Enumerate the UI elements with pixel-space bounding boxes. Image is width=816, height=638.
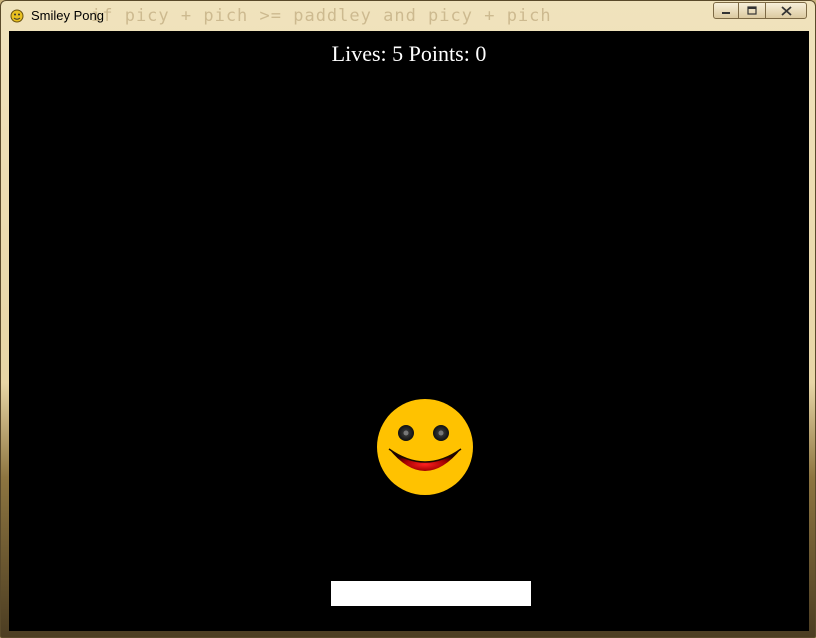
points-value: 0 — [475, 41, 487, 66]
lives-label: Lives: — [331, 41, 387, 66]
title-bar[interactable]: if picy + pich >= paddley and picy + pic… — [1, 1, 815, 31]
window-title: Smiley Pong — [31, 8, 104, 23]
maximize-button[interactable] — [739, 2, 765, 19]
background-code-text: if picy + pich >= paddley and picy + pic… — [91, 6, 552, 26]
points-label: Points: — [408, 41, 470, 66]
maximize-icon — [747, 6, 757, 15]
window-controls — [713, 2, 807, 20]
minimize-button[interactable] — [713, 2, 739, 19]
minimize-icon — [722, 11, 730, 14]
hud-score: Lives: 5 Points: 0 — [9, 41, 809, 67]
pygame-snake-icon — [10, 9, 24, 23]
paddle[interactable] — [331, 581, 531, 606]
lives-value: 5 — [392, 41, 404, 66]
close-icon — [780, 5, 792, 16]
app-window: if picy + pich >= paddley and picy + pic… — [0, 0, 816, 638]
close-button[interactable] — [765, 2, 807, 19]
game-canvas[interactable]: Lives: 5 Points: 0 — [9, 31, 809, 631]
smiley-face-icon — [377, 399, 473, 495]
